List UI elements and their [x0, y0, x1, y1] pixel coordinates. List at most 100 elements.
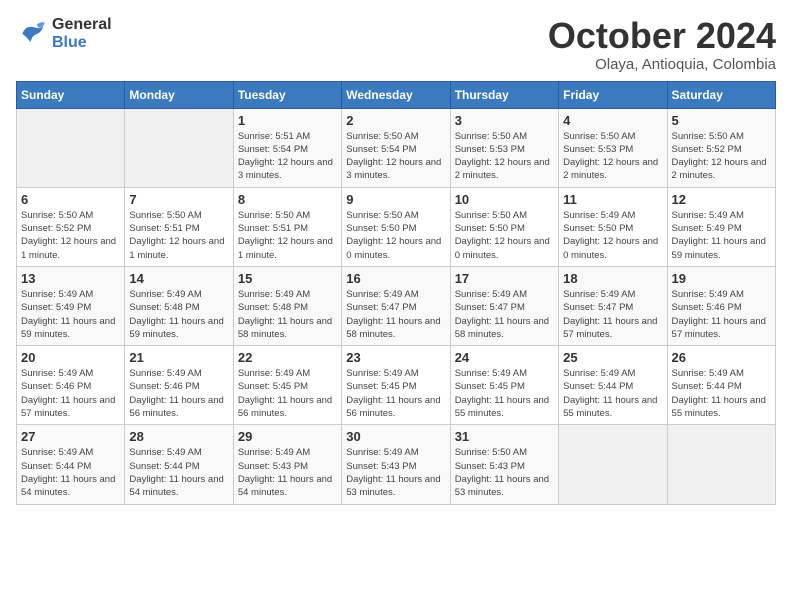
day-number: 25: [563, 350, 662, 365]
day-info: Sunrise: 5:49 AM Sunset: 5:43 PM Dayligh…: [238, 446, 337, 499]
day-number: 6: [21, 192, 120, 207]
day-header-monday: Monday: [125, 81, 233, 108]
day-number: 24: [455, 350, 554, 365]
title-area: October 2024 Olaya, Antioquia, Colombia: [548, 16, 776, 73]
calendar-cell: 11Sunrise: 5:49 AM Sunset: 5:50 PM Dayli…: [559, 187, 667, 266]
calendar-cell: 5 Sunrise: 5:50 AM Sunset: 5:52 PM Daylig…: [667, 108, 775, 187]
logo-bird-icon: [16, 18, 48, 50]
day-info: Sunrise: 5:49 AM Sunset: 5:44 PM Dayligh…: [21, 446, 120, 499]
day-info: Sunrise: 5:50 AM Sunset: 5:51 PM Dayligh…: [238, 209, 337, 262]
day-header-thursday: Thursday: [450, 81, 558, 108]
day-number: 31: [455, 429, 554, 444]
calendar-cell: 3 Sunrise: 5:50 AM Sunset: 5:53 PM Daylig…: [450, 108, 558, 187]
day-number: 12: [672, 192, 771, 207]
month-title: October 2024: [548, 16, 776, 56]
calendar-cell: [559, 425, 667, 504]
calendar-cell: [667, 425, 775, 504]
calendar-cell: 6 Sunrise: 5:50 AM Sunset: 5:52 PM Daylig…: [17, 187, 125, 266]
day-info: Sunrise: 5:49 AM Sunset: 5:45 PM Dayligh…: [238, 367, 337, 420]
calendar-week-row: 27 Sunrise: 5:49 AM Sunset: 5:44 PM Dayli…: [17, 425, 776, 504]
calendar-cell: 16 Sunrise: 5:49 AM Sunset: 5:47 PM Dayli…: [342, 266, 450, 345]
day-info: Sunrise: 5:49 AM Sunset: 5:45 PM Dayligh…: [455, 367, 554, 420]
calendar-week-row: 13Sunrise: 5:49 AM Sunset: 5:49 PM Dayli…: [17, 266, 776, 345]
day-number: 7: [129, 192, 228, 207]
day-number: 17: [455, 271, 554, 286]
calendar-cell: 30 Sunrise: 5:49 AM Sunset: 5:43 PM Dayli…: [342, 425, 450, 504]
calendar-cell: 20Sunrise: 5:49 AM Sunset: 5:46 PM Dayli…: [17, 346, 125, 425]
calendar-cell: 31 Sunrise: 5:50 AM Sunset: 5:43 PM Dayli…: [450, 425, 558, 504]
day-number: 22: [238, 350, 337, 365]
calendar-cell: 7 Sunrise: 5:50 AM Sunset: 5:51 PM Daylig…: [125, 187, 233, 266]
calendar-cell: 28 Sunrise: 5:49 AM Sunset: 5:44 PM Dayli…: [125, 425, 233, 504]
day-number: 3: [455, 113, 554, 128]
calendar-cell: 2 Sunrise: 5:50 AM Sunset: 5:54 PM Daylig…: [342, 108, 450, 187]
day-header-wednesday: Wednesday: [342, 81, 450, 108]
day-info: Sunrise: 5:50 AM Sunset: 5:52 PM Dayligh…: [672, 130, 771, 183]
day-info: Sunrise: 5:50 AM Sunset: 5:43 PM Dayligh…: [455, 446, 554, 499]
day-info: Sunrise: 5:49 AM Sunset: 5:47 PM Dayligh…: [563, 288, 662, 341]
calendar-cell: 15Sunrise: 5:49 AM Sunset: 5:48 PM Dayli…: [233, 266, 341, 345]
day-info: Sunrise: 5:51 AM Sunset: 5:54 PM Dayligh…: [238, 130, 337, 183]
day-info: Sunrise: 5:50 AM Sunset: 5:50 PM Dayligh…: [455, 209, 554, 262]
day-number: 5: [672, 113, 771, 128]
calendar-cell: 8Sunrise: 5:50 AM Sunset: 5:51 PM Daylig…: [233, 187, 341, 266]
calendar-cell: 23 Sunrise: 5:49 AM Sunset: 5:45 PM Dayli…: [342, 346, 450, 425]
day-info: Sunrise: 5:50 AM Sunset: 5:54 PM Dayligh…: [346, 130, 445, 183]
calendar-cell: 9Sunrise: 5:50 AM Sunset: 5:50 PM Daylig…: [342, 187, 450, 266]
day-info: Sunrise: 5:50 AM Sunset: 5:52 PM Dayligh…: [21, 209, 120, 262]
day-number: 28: [129, 429, 228, 444]
day-number: 16: [346, 271, 445, 286]
calendar-table: SundayMondayTuesdayWednesdayThursdayFrid…: [16, 81, 776, 505]
day-info: Sunrise: 5:49 AM Sunset: 5:47 PM Dayligh…: [455, 288, 554, 341]
calendar-cell: 19 Sunrise: 5:49 AM Sunset: 5:46 PM Dayli…: [667, 266, 775, 345]
calendar-cell: 14 Sunrise: 5:49 AM Sunset: 5:48 PM Dayli…: [125, 266, 233, 345]
calendar-cell: 10 Sunrise: 5:50 AM Sunset: 5:50 PM Dayli…: [450, 187, 558, 266]
day-info: Sunrise: 5:50 AM Sunset: 5:51 PM Dayligh…: [129, 209, 228, 262]
calendar-cell: 25 Sunrise: 5:49 AM Sunset: 5:44 PM Dayli…: [559, 346, 667, 425]
day-number: 26: [672, 350, 771, 365]
calendar-cell: [17, 108, 125, 187]
day-number: 19: [672, 271, 771, 286]
day-info: Sunrise: 5:49 AM Sunset: 5:50 PM Dayligh…: [563, 209, 662, 262]
day-number: 9: [346, 192, 445, 207]
calendar-cell: 18 Sunrise: 5:49 AM Sunset: 5:47 PM Dayli…: [559, 266, 667, 345]
calendar-cell: 1 Sunrise: 5:51 AM Sunset: 5:54 PM Daylig…: [233, 108, 341, 187]
day-number: 27: [21, 429, 120, 444]
day-info: Sunrise: 5:50 AM Sunset: 5:53 PM Dayligh…: [455, 130, 554, 183]
calendar-cell: 26 Sunrise: 5:49 AM Sunset: 5:44 PM Dayli…: [667, 346, 775, 425]
day-info: Sunrise: 5:49 AM Sunset: 5:48 PM Dayligh…: [238, 288, 337, 341]
day-info: Sunrise: 5:49 AM Sunset: 5:49 PM Dayligh…: [21, 288, 120, 341]
day-number: 18: [563, 271, 662, 286]
day-number: 10: [455, 192, 554, 207]
calendar-cell: 17 Sunrise: 5:49 AM Sunset: 5:47 PM Dayli…: [450, 266, 558, 345]
day-info: Sunrise: 5:49 AM Sunset: 5:44 PM Dayligh…: [129, 446, 228, 499]
day-info: Sunrise: 5:49 AM Sunset: 5:48 PM Dayligh…: [129, 288, 228, 341]
calendar-cell: 22 Sunrise: 5:49 AM Sunset: 5:45 PM Dayli…: [233, 346, 341, 425]
day-info: Sunrise: 5:49 AM Sunset: 5:44 PM Dayligh…: [672, 367, 771, 420]
day-number: 29: [238, 429, 337, 444]
day-number: 4: [563, 113, 662, 128]
day-info: Sunrise: 5:49 AM Sunset: 5:46 PM Dayligh…: [21, 367, 120, 420]
day-info: Sunrise: 5:49 AM Sunset: 5:44 PM Dayligh…: [563, 367, 662, 420]
header: General Blue October 2024 Olaya, Antioqu…: [16, 16, 776, 73]
day-number: 21: [129, 350, 228, 365]
day-number: 14: [129, 271, 228, 286]
day-info: Sunrise: 5:49 AM Sunset: 5:46 PM Dayligh…: [672, 288, 771, 341]
calendar-week-row: 1 Sunrise: 5:51 AM Sunset: 5:54 PM Daylig…: [17, 108, 776, 187]
day-info: Sunrise: 5:49 AM Sunset: 5:45 PM Dayligh…: [346, 367, 445, 420]
calendar-week-row: 6 Sunrise: 5:50 AM Sunset: 5:52 PM Daylig…: [17, 187, 776, 266]
calendar-cell: 24 Sunrise: 5:49 AM Sunset: 5:45 PM Dayli…: [450, 346, 558, 425]
location-subtitle: Olaya, Antioquia, Colombia: [548, 56, 776, 73]
day-info: Sunrise: 5:49 AM Sunset: 5:47 PM Dayligh…: [346, 288, 445, 341]
day-info: Sunrise: 5:49 AM Sunset: 5:46 PM Dayligh…: [129, 367, 228, 420]
day-number: 30: [346, 429, 445, 444]
calendar-cell: 21 Sunrise: 5:49 AM Sunset: 5:46 PM Dayli…: [125, 346, 233, 425]
calendar-cell: [125, 108, 233, 187]
day-number: 2: [346, 113, 445, 128]
calendar-cell: 13Sunrise: 5:49 AM Sunset: 5:49 PM Dayli…: [17, 266, 125, 345]
calendar-week-row: 20Sunrise: 5:49 AM Sunset: 5:46 PM Dayli…: [17, 346, 776, 425]
day-number: 23: [346, 350, 445, 365]
day-header-tuesday: Tuesday: [233, 81, 341, 108]
day-info: Sunrise: 5:49 AM Sunset: 5:43 PM Dayligh…: [346, 446, 445, 499]
day-number: 1: [238, 113, 337, 128]
